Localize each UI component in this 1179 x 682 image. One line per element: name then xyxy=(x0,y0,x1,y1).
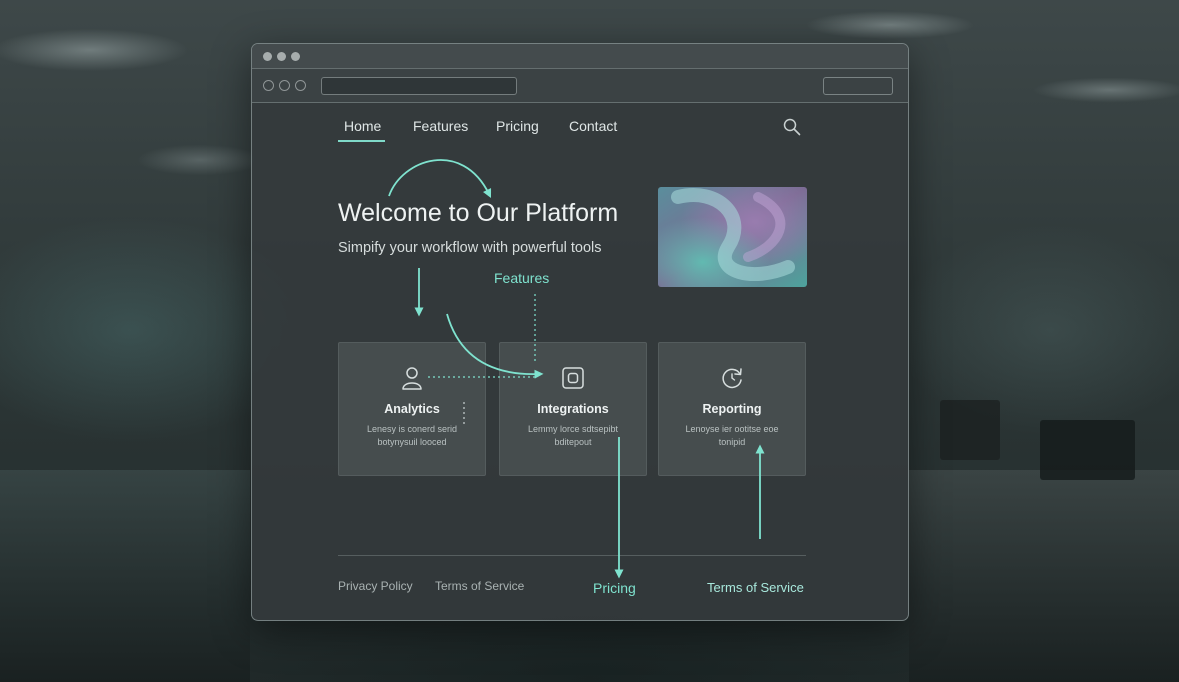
annotation-terms: Terms of Service xyxy=(707,580,804,595)
background-chair xyxy=(940,400,1000,460)
card-description: Lenesy is conerd serid botynysuil looced xyxy=(366,424,458,447)
card-integrations[interactable]: Integrations Lemmy lorce sdtsepibt bdite… xyxy=(499,342,647,476)
card-reporting[interactable]: Reporting Lenoyse ier ootitse eoe tonipi… xyxy=(658,342,806,476)
nav-active-indicator xyxy=(338,140,385,142)
nav-contact[interactable]: Contact xyxy=(569,118,617,134)
nav-home[interactable]: Home xyxy=(344,118,381,134)
window-minimize-dot[interactable] xyxy=(277,52,286,61)
toolbar-circle-2[interactable] xyxy=(279,80,290,91)
footer-divider xyxy=(338,555,806,556)
browser-toolbar xyxy=(252,69,908,103)
user-icon xyxy=(402,367,422,390)
search-icon[interactable] xyxy=(783,118,801,136)
hero-image xyxy=(658,187,807,287)
card-description: Lenoyse ier ootitse eoe tonipid xyxy=(685,424,779,447)
nav-pricing[interactable]: Pricing xyxy=(496,118,539,134)
card-title: Reporting xyxy=(702,402,762,416)
nav-features[interactable]: Features xyxy=(413,118,468,134)
square-icon xyxy=(562,367,584,389)
hero-title: Welcome to Our Platform xyxy=(338,199,619,227)
annotation-features: Features xyxy=(494,270,550,286)
footer-privacy-link[interactable]: Privacy Policy xyxy=(338,579,413,593)
toolbar-circle-3[interactable] xyxy=(295,80,306,91)
window-titlebar xyxy=(252,44,908,69)
card-analytics[interactable]: Analytics Lenesy is conerd serid botynys… xyxy=(338,342,486,476)
address-bar[interactable] xyxy=(321,77,517,95)
window-close-dot[interactable] xyxy=(263,52,272,61)
card-description: Lemmy lorce sdtsepibt bditepout xyxy=(527,424,619,447)
arrow-curve-top xyxy=(388,159,492,199)
refresh-icon xyxy=(722,368,742,389)
background-desk-left xyxy=(0,470,250,682)
toolbar-button[interactable] xyxy=(823,77,893,95)
browser-window: Home Features Pricing Contact Welcome to… xyxy=(251,43,909,621)
background-desk-right xyxy=(909,470,1179,682)
window-maximize-dot[interactable] xyxy=(291,52,300,61)
hero-subtitle: Simpify your workflow with powerful tool… xyxy=(338,240,602,256)
card-title: Analytics xyxy=(384,402,440,416)
card-title: Integrations xyxy=(537,402,609,416)
toolbar-circle-1[interactable] xyxy=(263,80,274,91)
annotation-pricing: Pricing xyxy=(593,580,636,596)
background-monitor xyxy=(1040,420,1135,480)
footer-terms-link[interactable]: Terms of Service xyxy=(435,579,524,593)
